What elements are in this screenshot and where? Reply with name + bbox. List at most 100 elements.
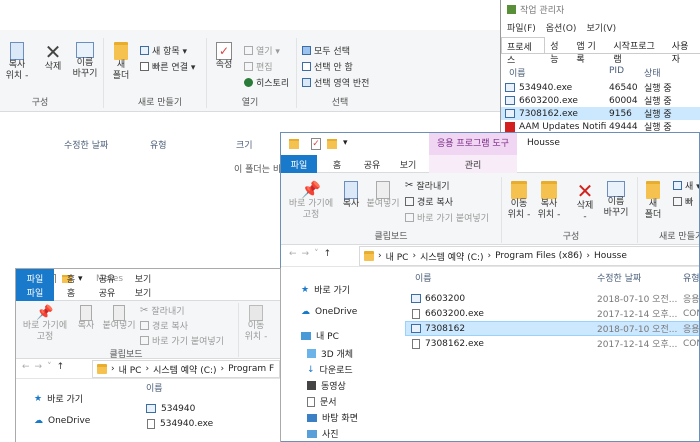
address-bar[interactable]: › 내 PC › 시스템 예약 (C:) › Program F	[92, 360, 280, 378]
file-row[interactable]: 534940	[140, 401, 280, 416]
tab-startup[interactable]: 시작프로그램	[608, 37, 666, 65]
paste-shortcut-button[interactable]: 바로 가기 붙여넣기	[405, 211, 489, 224]
copy-button[interactable]: 복사	[74, 305, 98, 332]
file-row[interactable]: 7308162.exe 2017-12-14 오후... CON	[405, 336, 699, 351]
up-arrow-icon[interactable]: ↑	[324, 249, 332, 259]
invert-selection-button[interactable]: 선택 영역 반전	[302, 76, 369, 89]
back-arrow-icon[interactable]: ←	[22, 362, 30, 372]
tab-app-history[interactable]: 앱 기록	[571, 37, 608, 65]
copy-button[interactable]: 복사	[339, 181, 363, 210]
breadcrumb-item[interactable]: 내 PC	[386, 250, 409, 263]
pin-quick-access-button[interactable]: 📌 바로 가기에 고정	[285, 181, 337, 221]
properties-button[interactable]: ✓ 속성	[210, 42, 238, 71]
tm-column-name[interactable]: 이름	[509, 66, 526, 79]
nav-pictures[interactable]: 사진	[307, 427, 339, 440]
new-folder-button[interactable]: 새 폴더	[641, 181, 665, 221]
tab-file[interactable]: 파일	[16, 283, 54, 301]
delete-button[interactable]: ✕ 삭제 -	[573, 181, 597, 223]
easy-access-button[interactable]: 빠	[673, 195, 693, 208]
column-name[interactable]: 이름	[146, 381, 163, 394]
column-type[interactable]: 유형	[150, 138, 167, 151]
column-name[interactable]: 이름	[415, 271, 432, 284]
back-arrow-icon[interactable]: ←	[289, 249, 297, 259]
breadcrumb-item[interactable]: Program F	[228, 364, 274, 374]
column-date-modified[interactable]: 수정한 날짜	[64, 138, 108, 151]
rename-button[interactable]: 이름 바꾸기	[70, 42, 100, 80]
cut-button[interactable]: ✂ 잘라내기	[140, 304, 185, 317]
menu-file[interactable]: 파일(F)	[507, 21, 536, 34]
breadcrumb-item[interactable]: Housse	[594, 251, 627, 261]
tab-processes[interactable]: 프로세스	[501, 37, 546, 66]
paste-shortcut-button[interactable]: 바로 가기 붙여넣기	[140, 334, 224, 347]
move-to-button[interactable]: 이동 위치 -	[242, 305, 270, 343]
file-row-selected[interactable]: 7308162 2018-07-10 오전... 응용	[405, 321, 699, 336]
tab-view[interactable]: 보기	[128, 283, 158, 301]
file-row[interactable]: 534940.exe	[140, 416, 280, 431]
new-item-button[interactable]: 새 항목 ▾	[140, 44, 187, 57]
copy-path-button[interactable]: 복사 위치 -	[4, 42, 30, 82]
new-folder-quick-icon[interactable]	[327, 139, 337, 149]
nav-desktop[interactable]: 바탕 화면	[307, 411, 358, 424]
tab-file[interactable]: 파일	[281, 155, 317, 173]
breadcrumb-item[interactable]: 시스템 예약 (C:)	[420, 250, 483, 263]
nav-this-pc[interactable]: 내 PC	[301, 329, 339, 342]
recent-dropdown-icon[interactable]: ˅	[47, 362, 52, 372]
qat-dropdown-icon[interactable]: ▾	[343, 138, 348, 148]
delete-button[interactable]: ✕ 삭제	[40, 42, 66, 73]
new-folder-button[interactable]: 새 폴더	[108, 42, 134, 82]
pin-quick-access-button[interactable]: 📌 바로 가기에 고정	[18, 305, 72, 343]
column-size[interactable]: 크기	[236, 138, 253, 151]
paste-button[interactable]: 붙여넣기	[100, 305, 138, 332]
column-date-modified[interactable]: 수정한 날짜	[597, 271, 641, 284]
properties-quick-icon[interactable]: ✓	[311, 138, 321, 150]
nav-quick-access[interactable]: ★ 바로 가기	[34, 392, 83, 406]
tm-column-pid[interactable]: PID	[609, 66, 624, 76]
select-all-button[interactable]: 모두 선택	[302, 44, 350, 57]
forward-arrow-icon[interactable]: →	[302, 249, 310, 259]
menu-options[interactable]: 옵션(O)	[546, 21, 577, 34]
process-row[interactable]: 534940.exe 46540 실행 중	[501, 81, 700, 94]
file-row[interactable]: 6603200 2018-07-10 오전... 응용	[405, 291, 699, 306]
tab-share[interactable]: 공유	[92, 283, 122, 301]
nav-onedrive[interactable]: ☁ OneDrive	[34, 416, 90, 426]
copy-to-button[interactable]: 복사 위치 -	[535, 181, 563, 221]
breadcrumb-item[interactable]: 내 PC	[119, 363, 142, 376]
file-row[interactable]: 6603200.exe 2017-12-14 오후... CON	[405, 306, 699, 321]
paste-button[interactable]: 붙여넣기	[365, 181, 401, 210]
nav-quick-access[interactable]: ★ 바로 가기	[301, 283, 350, 297]
tab-users[interactable]: 사용자	[667, 37, 700, 65]
move-to-button[interactable]: 이동 위치 -	[505, 181, 533, 221]
nav-onedrive[interactable]: ☁ OneDrive	[301, 307, 357, 317]
breadcrumb-item[interactable]: 시스템 예약 (C:)	[153, 363, 216, 376]
tab-home[interactable]: 홈	[323, 155, 351, 173]
nav-downloads[interactable]: ↓ 다운로드	[307, 363, 353, 377]
history-button[interactable]: 히스토리	[244, 76, 289, 89]
tab-share[interactable]: 공유	[357, 155, 387, 173]
tab-view[interactable]: 보기	[393, 155, 423, 173]
select-none-button[interactable]: 선택 안 함	[302, 60, 353, 73]
recent-dropdown-icon[interactable]: ˅	[314, 249, 319, 259]
tab-manage[interactable]: 관리	[429, 155, 517, 173]
column-type[interactable]: 유형	[683, 271, 699, 284]
new-item-button[interactable]: 새 ▾	[673, 179, 699, 192]
address-bar[interactable]: › 내 PC › 시스템 예약 (C:) › Program Files (x8…	[359, 246, 699, 266]
nav-3d-objects[interactable]: 3D 개체	[307, 347, 353, 360]
nav-documents[interactable]: 문서	[307, 395, 337, 408]
copy-path-button[interactable]: 경로 복사	[405, 195, 453, 208]
easy-access-button[interactable]: 빠른 연결 ▾	[140, 60, 195, 73]
tab-home[interactable]: 홈	[58, 283, 84, 301]
menu-view[interactable]: 보기(V)	[586, 21, 616, 34]
process-row[interactable]: 6603200.exe 60004 실행 중	[501, 94, 700, 107]
rename-button[interactable]: 이름 바꾸기	[601, 181, 631, 219]
nav-videos[interactable]: 동영상	[307, 379, 346, 392]
cut-button[interactable]: ✂ 잘라내기	[405, 179, 450, 192]
forward-arrow-icon[interactable]: →	[35, 362, 43, 372]
copy-path-button[interactable]: 경로 복사	[140, 319, 188, 332]
edit-button[interactable]: 편집	[244, 60, 273, 73]
open-button[interactable]: 열기 ▾	[244, 44, 280, 57]
breadcrumb-item[interactable]: Program Files (x86)	[495, 251, 582, 261]
tab-performance[interactable]: 성능	[545, 37, 571, 65]
process-row-selected[interactable]: 7308162.exe 9156 실행 중	[501, 107, 700, 120]
up-arrow-icon[interactable]: ↑	[57, 362, 65, 372]
tm-column-status[interactable]: 상태	[644, 66, 661, 79]
